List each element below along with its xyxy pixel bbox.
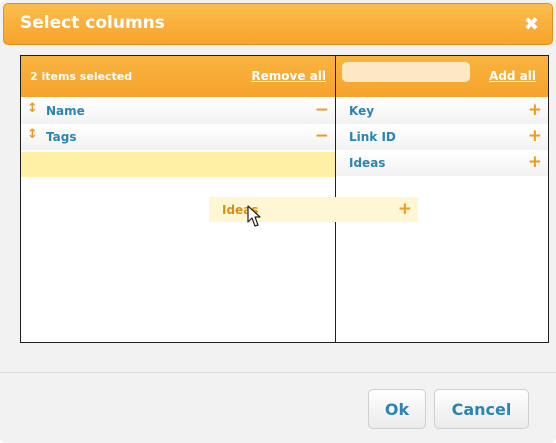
remove-all-link[interactable]: Remove all bbox=[251, 69, 326, 83]
drag-handle-icon[interactable]: ↕ bbox=[27, 101, 38, 116]
search-input[interactable] bbox=[342, 62, 470, 82]
add-item-icon[interactable]: + bbox=[528, 152, 542, 172]
close-icon[interactable]: ✖ bbox=[524, 14, 539, 35]
selected-item-name[interactable]: ↕ Name − bbox=[21, 100, 335, 124]
hand-grab-icon bbox=[247, 205, 261, 227]
available-item-key[interactable]: Key + bbox=[336, 100, 548, 124]
selected-item-tags[interactable]: ↕ Tags − bbox=[21, 126, 335, 150]
available-pane-header: Add all bbox=[336, 56, 548, 97]
add-all-link[interactable]: Add all bbox=[489, 69, 536, 83]
drag-handle-icon[interactable]: ↕ bbox=[27, 127, 38, 142]
dragged-item[interactable]: Ideas + bbox=[209, 197, 418, 222]
footer-divider bbox=[0, 372, 556, 373]
available-item-label: Ideas bbox=[349, 156, 386, 170]
selected-item-label: Tags bbox=[46, 130, 77, 144]
dialog-titlebar: Select columns ✖ bbox=[3, 3, 553, 45]
selected-item-label: Name bbox=[46, 104, 85, 118]
available-item-label: Key bbox=[349, 104, 375, 118]
available-item-link-id[interactable]: Link ID + bbox=[336, 126, 548, 150]
add-item-icon[interactable]: + bbox=[528, 126, 542, 146]
selected-count-label: 2 items selected bbox=[30, 70, 133, 83]
dialog-title: Select columns bbox=[20, 13, 165, 33]
drop-placeholder bbox=[21, 152, 335, 177]
selected-pane-header: 2 items selected Remove all bbox=[21, 56, 335, 97]
remove-item-icon[interactable]: − bbox=[315, 100, 329, 120]
available-item-label: Link ID bbox=[349, 130, 396, 144]
remove-item-icon[interactable]: − bbox=[315, 126, 329, 146]
select-columns-dialog: Select columns ✖ 2 items selected Remove… bbox=[0, 0, 556, 443]
cancel-button[interactable]: Cancel bbox=[434, 389, 529, 429]
add-item-icon[interactable]: + bbox=[528, 100, 542, 120]
ok-button[interactable]: Ok bbox=[368, 389, 426, 429]
available-item-ideas[interactable]: Ideas + bbox=[336, 152, 548, 176]
add-item-icon: + bbox=[397, 199, 412, 219]
